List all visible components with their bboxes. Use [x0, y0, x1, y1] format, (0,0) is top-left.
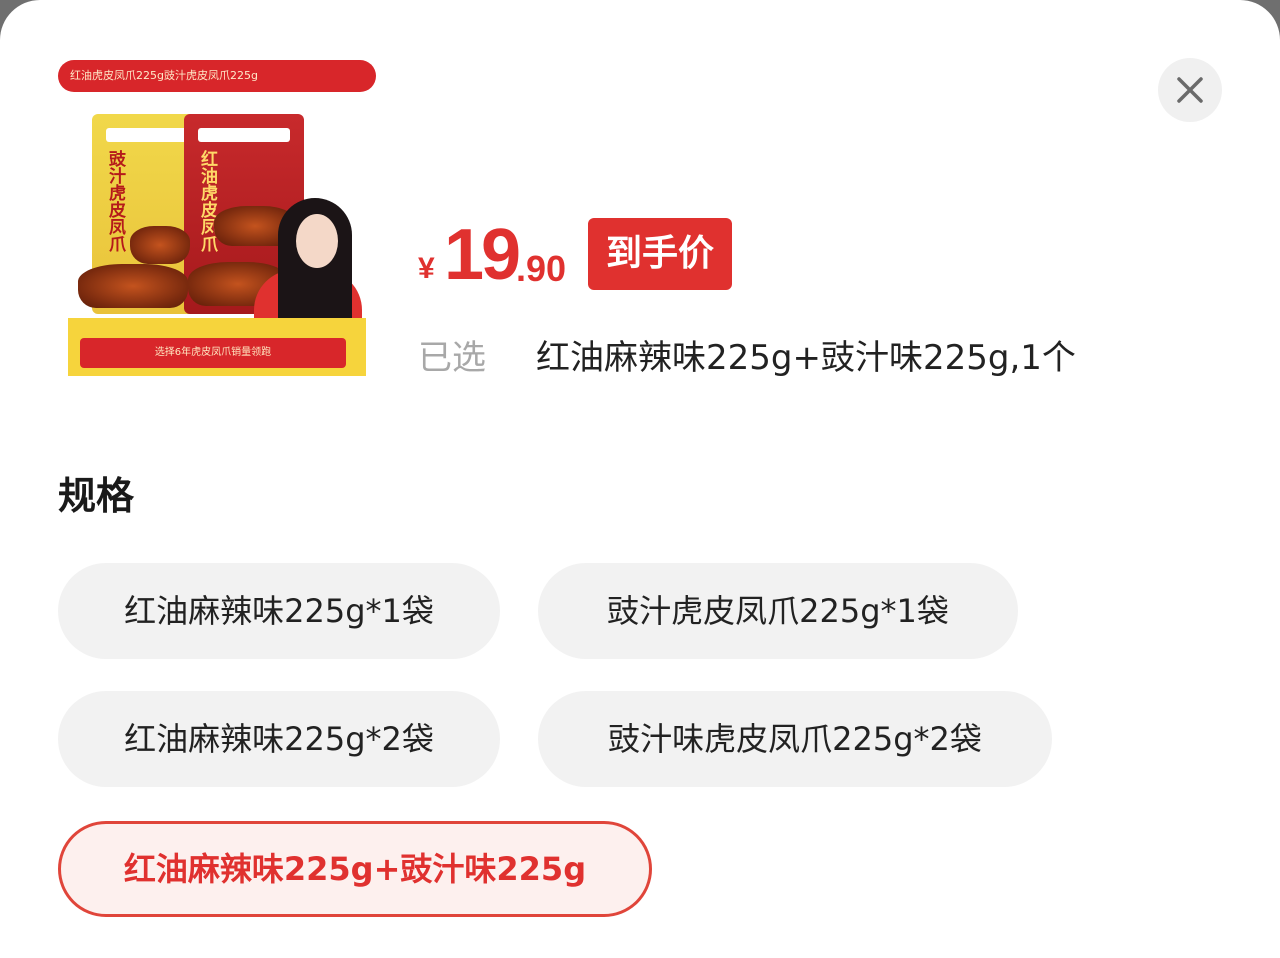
- close-icon: [1177, 77, 1203, 103]
- food-pile: [78, 264, 188, 308]
- spec-option[interactable]: 红油麻辣味225g*2袋: [58, 691, 500, 787]
- price-integer: 19: [444, 215, 521, 295]
- image-banner: 红油虎皮凤爪225g豉汁虎皮凤爪225g: [58, 60, 376, 92]
- bag-label: [198, 128, 290, 142]
- selected-label: 已选: [418, 338, 486, 378]
- food-pile: [130, 226, 190, 264]
- spec-title: 规格: [58, 474, 135, 518]
- close-button[interactable]: [1158, 58, 1222, 122]
- bag-left-text: 豉汁虎皮凤爪: [105, 150, 125, 252]
- spec-option-selected[interactable]: 红油麻辣味225g+豉汁味225g: [58, 821, 652, 917]
- selected-value: 红油麻辣味225g+豉汁味225g,1个: [536, 338, 1076, 378]
- sku-selector-sheet: 红油虎皮凤爪225g豉汁虎皮凤爪225g 豉汁虎皮凤爪 红油虎皮凤爪 选择6年虎…: [0, 0, 1280, 958]
- spec-option[interactable]: 豉汁味虎皮凤爪225g*2袋: [538, 691, 1052, 787]
- spec-option[interactable]: 红油麻辣味225g*1袋: [58, 563, 500, 659]
- image-bottom-slogan: 选择6年虎皮凤爪销量领跑: [80, 338, 346, 368]
- bag-right-text: 红油虎皮凤爪: [197, 150, 217, 252]
- final-price-badge: 到手价: [588, 218, 732, 290]
- spec-option[interactable]: 豉汁虎皮凤爪225g*1袋: [538, 563, 1018, 659]
- price-currency: ¥: [418, 252, 435, 285]
- model-face: [296, 214, 338, 268]
- price-decimal: .90: [516, 248, 567, 289]
- product-image: 红油虎皮凤爪225g豉汁虎皮凤爪225g 豉汁虎皮凤爪 红油虎皮凤爪 选择6年虎…: [56, 56, 378, 378]
